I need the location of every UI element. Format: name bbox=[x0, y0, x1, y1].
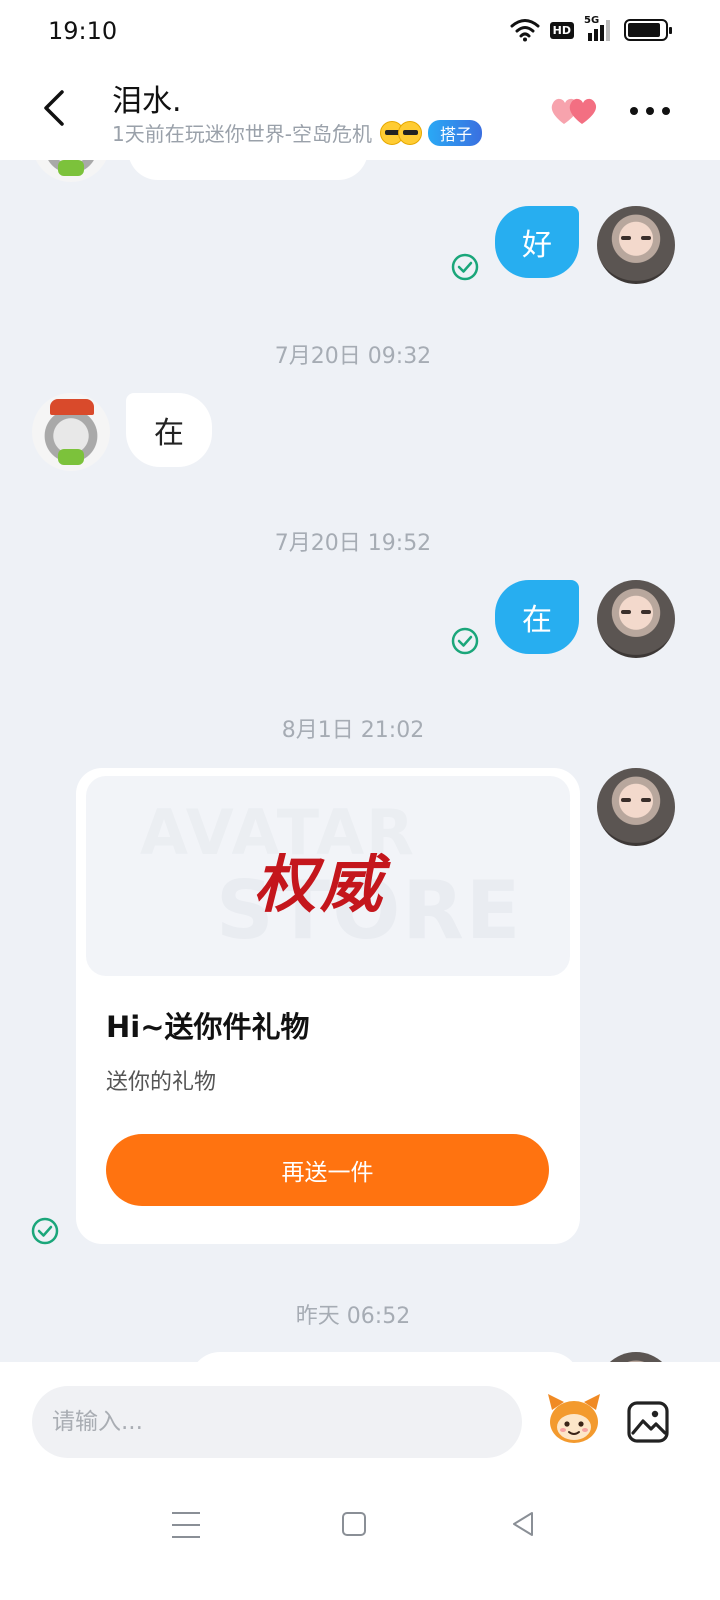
message-bubble-partial bbox=[128, 160, 368, 180]
message-text: 在 bbox=[154, 416, 184, 451]
my-avatar[interactable] bbox=[597, 1352, 675, 1362]
battery-icon bbox=[624, 19, 672, 41]
buddy-tag[interactable]: 搭子 bbox=[427, 119, 482, 146]
send-image-button[interactable] bbox=[626, 1400, 670, 1444]
gift-title: Hi~送你件礼物 bbox=[106, 1010, 310, 1044]
more-icon-dot bbox=[662, 107, 670, 115]
hd-icon: HD bbox=[549, 21, 574, 39]
read-check-icon bbox=[31, 1217, 59, 1245]
message-timestamp: 7月20日 19:52 bbox=[274, 531, 432, 556]
emoji-button[interactable] bbox=[544, 1388, 604, 1448]
wifi-icon bbox=[510, 19, 540, 42]
message-input[interactable] bbox=[32, 1386, 522, 1458]
send-another-gift-button[interactable]: 再送一件 bbox=[106, 1134, 549, 1206]
contact-name[interactable]: 泪水. bbox=[112, 76, 182, 120]
battery-fill bbox=[628, 23, 660, 37]
home-icon[interactable] bbox=[342, 1512, 366, 1536]
more-icon-dot bbox=[646, 107, 654, 115]
message-bubble-outgoing[interactable]: 在 bbox=[495, 580, 579, 654]
message-timestamp: 7月20日 09:32 bbox=[274, 344, 432, 369]
contact-avatar[interactable] bbox=[32, 393, 110, 471]
gift-card[interactable]: AVATAR STORE 权威 Hi~送你件礼物 送你的礼物 再送一件 bbox=[76, 768, 580, 1244]
contact-status-line: 1天前在玩迷你世界-空岛危机 搭子 bbox=[112, 118, 482, 147]
back-button[interactable] bbox=[36, 86, 76, 130]
menu-icon[interactable] bbox=[172, 1512, 200, 1538]
message-bubble-outgoing[interactable]: 好 bbox=[495, 206, 579, 278]
chat-header: 泪水. 1天前在玩迷你世界-空岛危机 搭子 bbox=[0, 64, 720, 160]
more-button[interactable] bbox=[630, 104, 670, 118]
contact-status: 1天前在玩迷你世界-空岛危机 bbox=[112, 122, 372, 146]
more-icon-dot bbox=[630, 107, 638, 115]
message-text: 在 bbox=[522, 603, 552, 638]
friends-emoji-icon bbox=[379, 120, 422, 145]
status-time: 19:10 bbox=[48, 17, 118, 45]
gift-brand-text: 权威 bbox=[254, 848, 387, 921]
network-label: 5G bbox=[584, 15, 600, 26]
mascot-emoji-icon bbox=[548, 1394, 600, 1443]
status-icons: HD 5G bbox=[510, 15, 672, 42]
message-bubble-partial bbox=[190, 1352, 580, 1362]
contact-avatar[interactable] bbox=[32, 160, 110, 182]
back-icon bbox=[44, 90, 64, 126]
message-timestamp: 昨天 06:52 bbox=[295, 1304, 411, 1329]
input-bar bbox=[0, 1362, 720, 1482]
image-icon bbox=[627, 1401, 669, 1443]
status-bar: 19:10 HD 5G bbox=[0, 0, 720, 64]
read-check-icon bbox=[451, 253, 479, 281]
signal-5g-icon: 5G bbox=[584, 15, 614, 41]
message-timestamp: 8月1日 21:02 bbox=[281, 718, 425, 743]
gift-banner-image[interactable]: AVATAR STORE 权威 bbox=[86, 776, 570, 976]
hearts-icon bbox=[551, 98, 597, 124]
my-avatar[interactable] bbox=[597, 580, 675, 658]
system-nav-bar bbox=[0, 1482, 720, 1600]
read-check-icon bbox=[451, 627, 479, 655]
back-triangle-icon[interactable] bbox=[510, 1510, 536, 1538]
intimacy-button[interactable] bbox=[550, 94, 600, 128]
message-text: 好 bbox=[522, 228, 552, 263]
my-avatar[interactable] bbox=[597, 206, 675, 284]
chat-area[interactable]: 好 7月20日 09:32 在 7月20日 19:52 在 8月1日 21:02… bbox=[0, 160, 720, 1362]
my-avatar[interactable] bbox=[597, 768, 675, 846]
message-bubble-incoming[interactable]: 在 bbox=[126, 393, 212, 467]
gift-description: 送你的礼物 bbox=[106, 1070, 217, 1095]
